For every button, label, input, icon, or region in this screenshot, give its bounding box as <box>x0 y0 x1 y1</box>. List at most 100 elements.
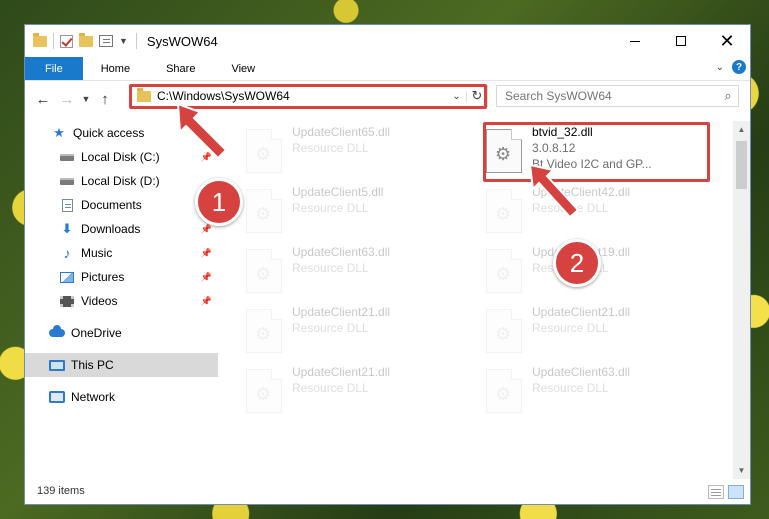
address-history-chevron-icon[interactable]: ⌄ <box>447 90 467 102</box>
download-icon: ⬇ <box>61 221 73 236</box>
item-count: 139 items <box>37 485 85 497</box>
scroll-down-arrow-icon[interactable]: ▼ <box>733 462 750 479</box>
properties-check-icon[interactable] <box>60 34 73 48</box>
file-name: btvid_32.dll <box>532 125 593 139</box>
search-input[interactable] <box>505 89 718 103</box>
sidebar-item-label: Quick access <box>73 126 145 140</box>
sidebar-item-label: Local Disk (C:) <box>81 150 160 164</box>
customize-toolbar-chevron-icon[interactable]: ▼ <box>119 36 128 46</box>
up-arrow-icon[interactable]: ↑ <box>93 91 117 108</box>
pin-icon[interactable]: 📌 <box>201 296 212 307</box>
list-item[interactable]: ⚙ UpdateClient42.dll Resource DLL <box>486 185 706 245</box>
refresh-icon[interactable]: ↻ <box>467 88 487 104</box>
scrollbar-thumb[interactable] <box>736 141 747 189</box>
sidebar-item-label: Downloads <box>81 222 141 236</box>
sidebar-item-label: This PC <box>71 358 114 372</box>
sidebar-item-onedrive[interactable]: OneDrive <box>25 321 218 345</box>
file-name: UpdateClient63.dll <box>532 365 631 379</box>
view-toggle <box>708 485 744 499</box>
sidebar-item-pictures[interactable]: Pictures 📌 <box>25 265 218 289</box>
pin-icon[interactable]: 📌 <box>201 248 212 259</box>
window-title: SysWOW64 <box>146 33 218 49</box>
ribbon-right-controls: ⌄ ? <box>716 60 746 74</box>
file-type: Resource DLL <box>532 381 609 395</box>
tab-view[interactable]: View <box>213 57 273 80</box>
tab-file[interactable]: File <box>25 57 83 80</box>
sidebar-item-local-disk-c[interactable]: Local Disk (C:) 📌 <box>25 145 218 169</box>
list-item[interactable]: ⚙ UpdateClient63.dll Resource DLL <box>486 365 706 425</box>
pin-icon[interactable]: 📌 <box>201 224 212 235</box>
recent-locations-chevron-icon[interactable]: ▼ <box>79 94 93 104</box>
dll-file-icon: ⚙ <box>486 369 522 413</box>
dll-file-icon: ⚙ <box>246 189 282 233</box>
sidebar-item-quick-access[interactable]: ★ Quick access <box>25 121 218 145</box>
scroll-up-arrow-icon[interactable]: ▲ <box>733 121 750 138</box>
address-path[interactable]: C:\Windows\SysWOW64 <box>157 89 447 103</box>
file-type: Resource DLL <box>292 321 369 335</box>
minimize-button[interactable] <box>612 25 658 57</box>
music-icon: ♪ <box>63 245 71 261</box>
back-arrow-icon[interactable]: ← <box>31 91 55 108</box>
computer-icon <box>49 358 65 372</box>
ribbon-tabs: File Home Share View ⌄ ? <box>25 57 750 81</box>
selected-file-btvid[interactable]: ⚙ btvid_32.dll 3.0.8.12 Bt Video I2C and… <box>486 125 706 185</box>
file-name: UpdateClient5.dll <box>292 185 384 199</box>
network-icon <box>49 390 65 404</box>
list-item[interactable]: ⚙ UpdateClient21.dll Resource DLL <box>486 305 706 365</box>
sidebar-item-documents[interactable]: Documents 📌 <box>25 193 218 217</box>
details-view-icon[interactable] <box>708 485 724 499</box>
file-type: Resource DLL <box>292 201 369 215</box>
folder-icon <box>33 32 47 47</box>
search-icon[interactable]: ⌕ <box>718 88 738 104</box>
star-icon: ★ <box>53 125 65 140</box>
list-item[interactable]: ⚙ UpdateClient65.dll Resource DLL <box>246 125 466 185</box>
vertical-scrollbar[interactable]: ▲ ▼ <box>733 121 750 479</box>
dll-file-icon: ⚙ <box>246 249 282 293</box>
large-icons-view-icon[interactable] <box>728 485 744 499</box>
sidebar-item-downloads[interactable]: ⬇ Downloads 📌 <box>25 217 218 241</box>
dll-file-icon: ⚙ <box>246 369 282 413</box>
help-icon[interactable]: ? <box>732 60 746 74</box>
sidebar-item-network[interactable]: Network <box>25 385 218 409</box>
tab-home[interactable]: Home <box>83 57 148 80</box>
file-list: ⚙ UpdateClient65.dll Resource DLL ⚙ Updat… <box>218 121 736 471</box>
pictures-icon <box>59 270 75 284</box>
sidebar-item-label: Music <box>81 246 113 260</box>
file-name: UpdateClient21.dll <box>532 305 631 319</box>
address-bar[interactable]: C:\Windows\SysWOW64 ⌄ ↻ <box>130 85 488 107</box>
list-item[interactable]: ⚙ UpdateClient63.dll Resource DLL <box>246 245 466 305</box>
list-item[interactable]: ⚙ UpdateClient5.dll Resource DLL <box>246 185 466 245</box>
close-icon: ✕ <box>719 31 735 51</box>
new-folder-icon[interactable] <box>79 32 93 47</box>
pin-icon[interactable]: 📌 <box>201 152 212 163</box>
maximize-icon <box>676 36 686 46</box>
file-type: Resource DLL <box>532 321 609 335</box>
navigation-pane: ★ Quick access Local Disk (C:) 📌 Local D… <box>25 121 218 471</box>
list-item[interactable]: ⚙ UpdateClient21.dll Resource DLL <box>246 305 466 365</box>
sidebar-item-label: Local Disk (D:) <box>81 174 160 188</box>
properties-icon[interactable] <box>99 35 113 47</box>
search-box[interactable]: ⌕ <box>496 85 739 107</box>
close-button[interactable]: ✕ <box>704 25 750 57</box>
sidebar-item-local-disk-d[interactable]: Local Disk (D:) <box>25 169 218 193</box>
window-controls: ✕ <box>612 25 750 57</box>
disk-icon <box>59 174 75 188</box>
step-1-callout: 1 <box>195 178 243 226</box>
maximize-button[interactable] <box>658 25 704 57</box>
sidebar-item-videos[interactable]: Videos 📌 <box>25 289 218 313</box>
file-name: UpdateClient65.dll <box>292 125 391 139</box>
file-type: Resource DLL <box>532 201 609 215</box>
sidebar-item-music[interactable]: ♪ Music 📌 <box>25 241 218 265</box>
file-name: UpdateClient63.dll <box>292 245 391 259</box>
list-item[interactable]: ⚙ UpdateClient21.dll Resource DLL <box>246 365 466 425</box>
expand-ribbon-chevron-icon[interactable]: ⌄ <box>716 62 724 73</box>
file-name: UpdateClient21.dll <box>292 365 391 379</box>
dll-file-icon: ⚙ <box>486 189 522 233</box>
pin-icon[interactable]: 📌 <box>201 272 212 283</box>
forward-arrow-icon[interactable]: → <box>55 91 79 108</box>
tab-share[interactable]: Share <box>148 57 213 80</box>
dll-file-icon: ⚙ <box>486 129 522 173</box>
sidebar-item-this-pc[interactable]: This PC <box>25 353 218 377</box>
sidebar-item-label: Documents <box>81 198 142 212</box>
quick-access-toolbar: ▼ <box>25 32 128 49</box>
